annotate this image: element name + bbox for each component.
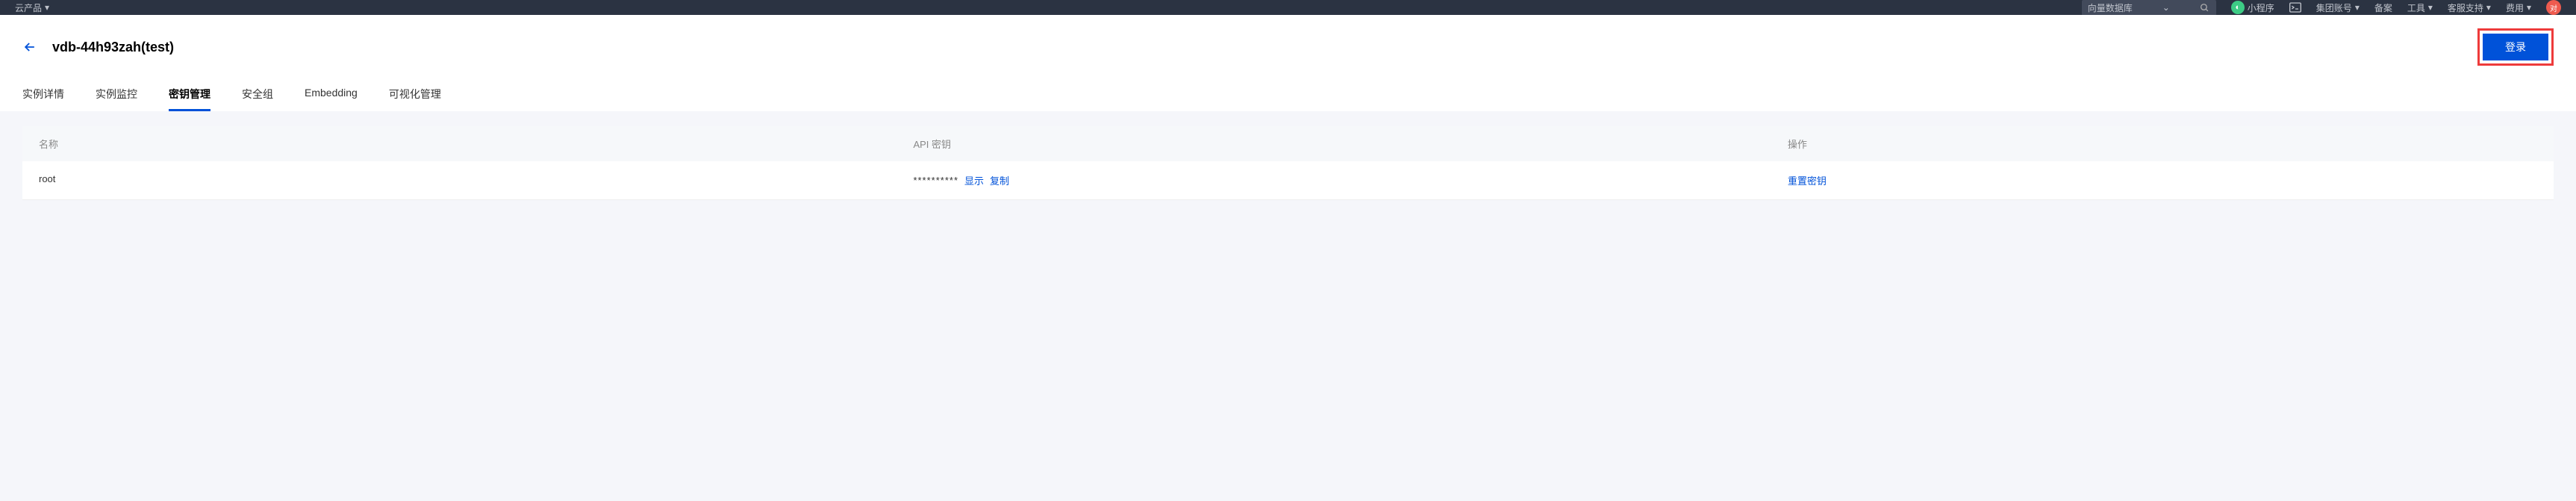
tab-visual-management[interactable]: 可视化管理 [389, 79, 441, 111]
cloud-products-label: 云产品 [15, 1, 42, 14]
cost-label: 费用 [2506, 1, 2524, 14]
shortcut-icon: ⌄ [2162, 2, 2170, 13]
key-table: 名称 API 密钥 操作 root ********** 显示 复制 重置密钥 [22, 126, 2554, 200]
table-header: 名称 API 密钥 操作 [22, 126, 2554, 161]
cell-operation: 重置密钥 [1788, 173, 2537, 187]
login-highlight: 登录 [2477, 28, 2554, 66]
copy-key-link[interactable]: 复制 [990, 173, 1009, 187]
top-nav-left: 云产品 ▾ [15, 1, 49, 14]
masked-key: ********** [913, 175, 958, 186]
col-header-operation: 操作 [1788, 137, 2537, 151]
reset-key-link[interactable]: 重置密钥 [1788, 175, 1827, 187]
chevron-down-icon: ▾ [2486, 2, 2491, 13]
chevron-down-icon: ▾ [2355, 2, 2360, 13]
group-account-menu[interactable]: 集团账号 ▾ [2316, 1, 2360, 14]
top-nav-right: 向量数据库 ⌄ ◐ 小程序 集团账号 ▾ 备案 工具 ▾ 客服支持 ▾ 费用 ▾ [2082, 0, 2561, 15]
cloud-products-menu[interactable]: 云产品 ▾ [15, 1, 49, 14]
cloud-shell-icon[interactable] [2289, 2, 2301, 13]
table-row: root ********** 显示 复制 重置密钥 [22, 161, 2554, 200]
back-button[interactable] [22, 40, 37, 55]
miniprogram-menu[interactable]: ◐ 小程序 [2231, 1, 2274, 14]
show-key-link[interactable]: 显示 [964, 173, 984, 187]
user-avatar[interactable]: 对 [2546, 0, 2561, 15]
miniprogram-icon: ◐ [2231, 1, 2245, 14]
chevron-down-icon: ▾ [2428, 2, 2433, 13]
title-row: vdb-44h93zah(test) 登录 [22, 28, 2554, 79]
support-menu[interactable]: 客服支持 ▾ [2448, 1, 2491, 14]
chevron-down-icon: ▾ [45, 2, 49, 13]
tabs: 实例详情 实例监控 密钥管理 安全组 Embedding 可视化管理 [22, 79, 2554, 111]
cell-name: root [39, 173, 913, 187]
login-button[interactable]: 登录 [2483, 34, 2548, 60]
tab-security-group[interactable]: 安全组 [242, 79, 273, 111]
cost-menu[interactable]: 费用 ▾ [2506, 1, 2531, 14]
tab-embedding[interactable]: Embedding [305, 79, 358, 111]
backup-link[interactable]: 备案 [2374, 1, 2392, 14]
search-box[interactable]: 向量数据库 ⌄ [2082, 0, 2216, 15]
tools-menu[interactable]: 工具 ▾ [2407, 1, 2433, 14]
support-label: 客服支持 [2448, 1, 2483, 14]
page-title: vdb-44h93zah(test) [52, 40, 174, 55]
content-area: 名称 API 密钥 操作 root ********** 显示 复制 重置密钥 [0, 111, 2576, 215]
title-left: vdb-44h93zah(test) [22, 40, 174, 55]
page-header: vdb-44h93zah(test) 登录 实例详情 实例监控 密钥管理 安全组… [0, 15, 2576, 111]
search-icon[interactable] [2200, 2, 2210, 13]
cell-apikey: ********** 显示 复制 [913, 173, 1787, 187]
tab-instance-monitor[interactable]: 实例监控 [96, 79, 137, 111]
tab-key-management[interactable]: 密钥管理 [169, 79, 210, 111]
group-account-label: 集团账号 [2316, 1, 2352, 14]
miniprogram-label: 小程序 [2248, 1, 2274, 14]
search-placeholder: 向量数据库 [2088, 1, 2133, 14]
chevron-down-icon: ▾ [2527, 2, 2531, 13]
tab-instance-detail[interactable]: 实例详情 [22, 79, 64, 111]
col-header-apikey: API 密钥 [913, 137, 1787, 151]
tools-label: 工具 [2407, 1, 2425, 14]
top-navigation: 云产品 ▾ 向量数据库 ⌄ ◐ 小程序 集团账号 ▾ 备案 工具 ▾ 客服支持 [0, 0, 2576, 15]
col-header-name: 名称 [39, 137, 913, 151]
